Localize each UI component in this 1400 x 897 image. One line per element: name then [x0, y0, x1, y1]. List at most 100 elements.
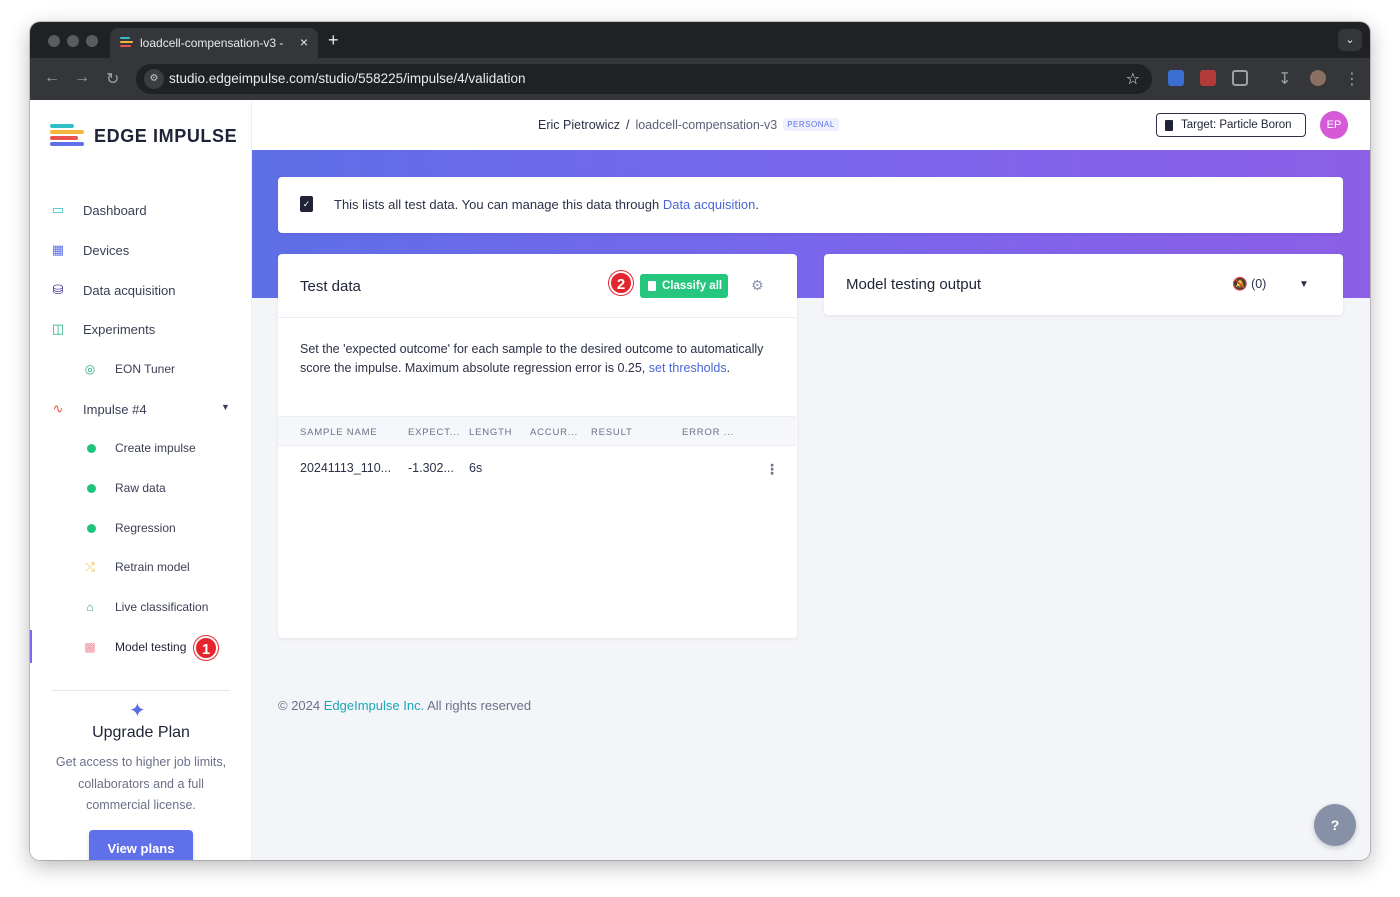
- classify-all-button[interactable]: Classify all: [640, 274, 728, 298]
- profile-avatar-icon[interactable]: [1310, 70, 1326, 86]
- browser-tab[interactable]: loadcell-compensation-v3 - ×: [110, 28, 318, 58]
- breadcrumb-project[interactable]: loadcell-compensation-v3: [635, 118, 777, 132]
- personal-tag-badge: PERSONAL: [783, 118, 839, 131]
- annotation-badge-1: 1: [194, 636, 218, 660]
- sidebar-item-devices[interactable]: ▦ Devices: [30, 235, 252, 265]
- model-testing-output-card: Model testing output 🔕 (0) ▼: [824, 254, 1343, 315]
- info-text: This lists all test data. You can manage…: [334, 197, 663, 212]
- view-plans-button[interactable]: View plans: [89, 830, 193, 860]
- target-device-button[interactable]: Target: Particle Boron: [1156, 113, 1306, 137]
- cell-sample-name: 20241113_110...: [300, 461, 392, 475]
- extensions-puzzle-icon[interactable]: [1232, 70, 1248, 86]
- sidebar-item-live-classification[interactable]: ⌂ Live classification: [30, 592, 252, 622]
- edge-impulse-favicon-icon: [120, 37, 133, 48]
- caret-down-icon[interactable]: ▼: [1299, 279, 1309, 290]
- breadcrumb-separator: /: [625, 118, 630, 132]
- tab-search-chevron-icon[interactable]: ⌄: [1338, 29, 1362, 51]
- column-length[interactable]: LENGTH: [469, 427, 512, 438]
- breadcrumb: Eric Pietrowicz / loadcell-compensation-v3…: [538, 118, 839, 132]
- bookmark-star-icon[interactable]: ☆: [1126, 69, 1140, 89]
- sidebar-item-eon-tuner[interactable]: ◎ EON Tuner: [30, 354, 252, 384]
- sidebar-item-impulse[interactable]: ∿ Impulse #4 ▼: [30, 394, 252, 424]
- shuffle-icon: ⤮: [85, 560, 95, 574]
- status-dot: [87, 484, 96, 493]
- info-banner: ✓ This lists all test data. You can mana…: [278, 177, 1343, 233]
- new-tab-button[interactable]: +: [328, 30, 339, 51]
- breadcrumb-user[interactable]: Eric Pietrowicz: [538, 118, 620, 132]
- avatar[interactable]: EP: [1320, 111, 1348, 139]
- minimize-window-button[interactable]: [67, 35, 79, 47]
- table-header: SAMPLE NAME EXPECT... LENGTH ACCUR... RE…: [278, 416, 796, 446]
- sidebar-divider: [52, 690, 230, 691]
- antenna-icon: ⌂: [86, 600, 94, 614]
- clipboard-check-icon: ▩: [84, 640, 96, 654]
- back-arrow-icon[interactable]: ←: [44, 69, 60, 87]
- project-header: Eric Pietrowicz / loadcell-compensation-v3…: [252, 100, 1370, 150]
- cell-length: 6s: [469, 461, 483, 475]
- model-testing-output-title: Model testing output: [846, 276, 982, 293]
- target-label: Target: Particle Boron: [1181, 119, 1292, 131]
- clipboard-check-icon: ✓: [300, 196, 313, 212]
- brand-name[interactable]: EDGE IMPULSE: [94, 126, 237, 147]
- test-data-card: Test data 2 Classify all ⚙ Set the 'expe…: [278, 254, 797, 638]
- upgrade-description: Get access to higher job limits, collabo…: [55, 755, 227, 812]
- sidebar-item-dashboard[interactable]: ▭ Dashboard: [30, 195, 252, 225]
- column-expected[interactable]: EXPECT...: [408, 427, 460, 438]
- sidebar-item-create-impulse[interactable]: Create impulse: [30, 433, 252, 463]
- sidebar-item-model-testing[interactable]: ▩ Model testing: [30, 632, 252, 662]
- extension-1-icon[interactable]: [1168, 70, 1184, 86]
- monitor-icon: ▭: [51, 202, 65, 217]
- caret-down-icon[interactable]: ▼: [221, 402, 230, 412]
- sparkle-star-icon: ✦: [129, 700, 146, 722]
- close-window-button[interactable]: [48, 35, 60, 47]
- reload-icon[interactable]: ↻: [106, 69, 119, 89]
- test-data-title: Test data: [300, 278, 361, 295]
- edge-impulse-logo-icon[interactable]: [50, 124, 84, 148]
- forward-arrow-icon[interactable]: →: [74, 69, 90, 87]
- set-thresholds-link[interactable]: set thresholds: [649, 361, 727, 375]
- help-button[interactable]: ?: [1314, 804, 1356, 846]
- close-tab-icon[interactable]: ×: [300, 34, 308, 50]
- browser-window: loadcell-compensation-v3 - × + ⌄ ← → ↻ ⚙…: [30, 22, 1370, 860]
- site-settings-icon[interactable]: ⚙: [144, 69, 164, 89]
- browser-menu-icon[interactable]: ⋮: [1344, 69, 1360, 89]
- browser-toolbar: ← → ↻ ⚙ studio.edgeimpulse.com/studio/55…: [30, 58, 1370, 100]
- tab-bar: loadcell-compensation-v3 - × + ⌄: [30, 22, 1370, 58]
- sidebar-item-regression[interactable]: Regression: [30, 513, 252, 543]
- extension-2-icon[interactable]: [1200, 70, 1216, 86]
- gear-icon[interactable]: ⚙: [751, 277, 764, 294]
- card-divider: [278, 317, 796, 318]
- tab-title: loadcell-compensation-v3 -: [140, 36, 284, 50]
- company-link[interactable]: EdgeImpulse Inc.: [324, 698, 424, 713]
- column-sample-name[interactable]: SAMPLE NAME: [300, 427, 377, 438]
- device-chip-icon: [1165, 120, 1173, 131]
- pulse-icon: ∿: [52, 401, 64, 416]
- data-acquisition-link[interactable]: Data acquisition: [663, 197, 756, 212]
- table-icon: ◫: [51, 321, 65, 336]
- footer: © 2024 EdgeImpulse Inc. All rights reser…: [278, 698, 532, 713]
- status-dot: [87, 444, 96, 453]
- download-icon[interactable]: ↧: [1278, 69, 1291, 89]
- bell-off-icon: 🔕: [1232, 277, 1248, 291]
- upgrade-title: Upgrade Plan: [92, 724, 190, 741]
- column-error[interactable]: ERROR ...: [682, 427, 734, 438]
- sidebar-item-experiments[interactable]: ◫ Experiments: [30, 314, 252, 344]
- maximize-window-button[interactable]: [86, 35, 98, 47]
- notifications-toggle[interactable]: 🔕 (0): [1232, 277, 1266, 292]
- address-bar[interactable]: ⚙ studio.edgeimpulse.com/studio/558225/i…: [136, 64, 1152, 94]
- status-dot: [87, 524, 96, 533]
- clipboard-check-icon: [648, 281, 656, 291]
- chip-icon: ▦: [51, 242, 65, 257]
- sidebar: EDGE IMPULSE ▭ Dashboard ▦ Devices ⛁ Dat…: [30, 100, 252, 860]
- test-data-description: Set the 'expected outcome' for each samp…: [300, 342, 764, 375]
- url-text: studio.edgeimpulse.com/studio/558225/imp…: [169, 71, 526, 86]
- column-accuracy[interactable]: ACCUR...: [530, 427, 578, 438]
- row-menu-kebab-icon[interactable]: ⋮: [765, 461, 779, 478]
- compass-icon: ◎: [84, 362, 96, 376]
- column-result[interactable]: RESULT: [591, 427, 633, 438]
- sidebar-item-retrain-model[interactable]: ⤮ Retrain model: [30, 552, 252, 582]
- sidebar-item-data-acquisition[interactable]: ⛁ Data acquisition: [30, 275, 252, 305]
- notification-count: (0): [1251, 277, 1267, 291]
- annotation-badge-2: 2: [609, 271, 633, 295]
- sidebar-item-raw-data[interactable]: Raw data: [30, 473, 252, 503]
